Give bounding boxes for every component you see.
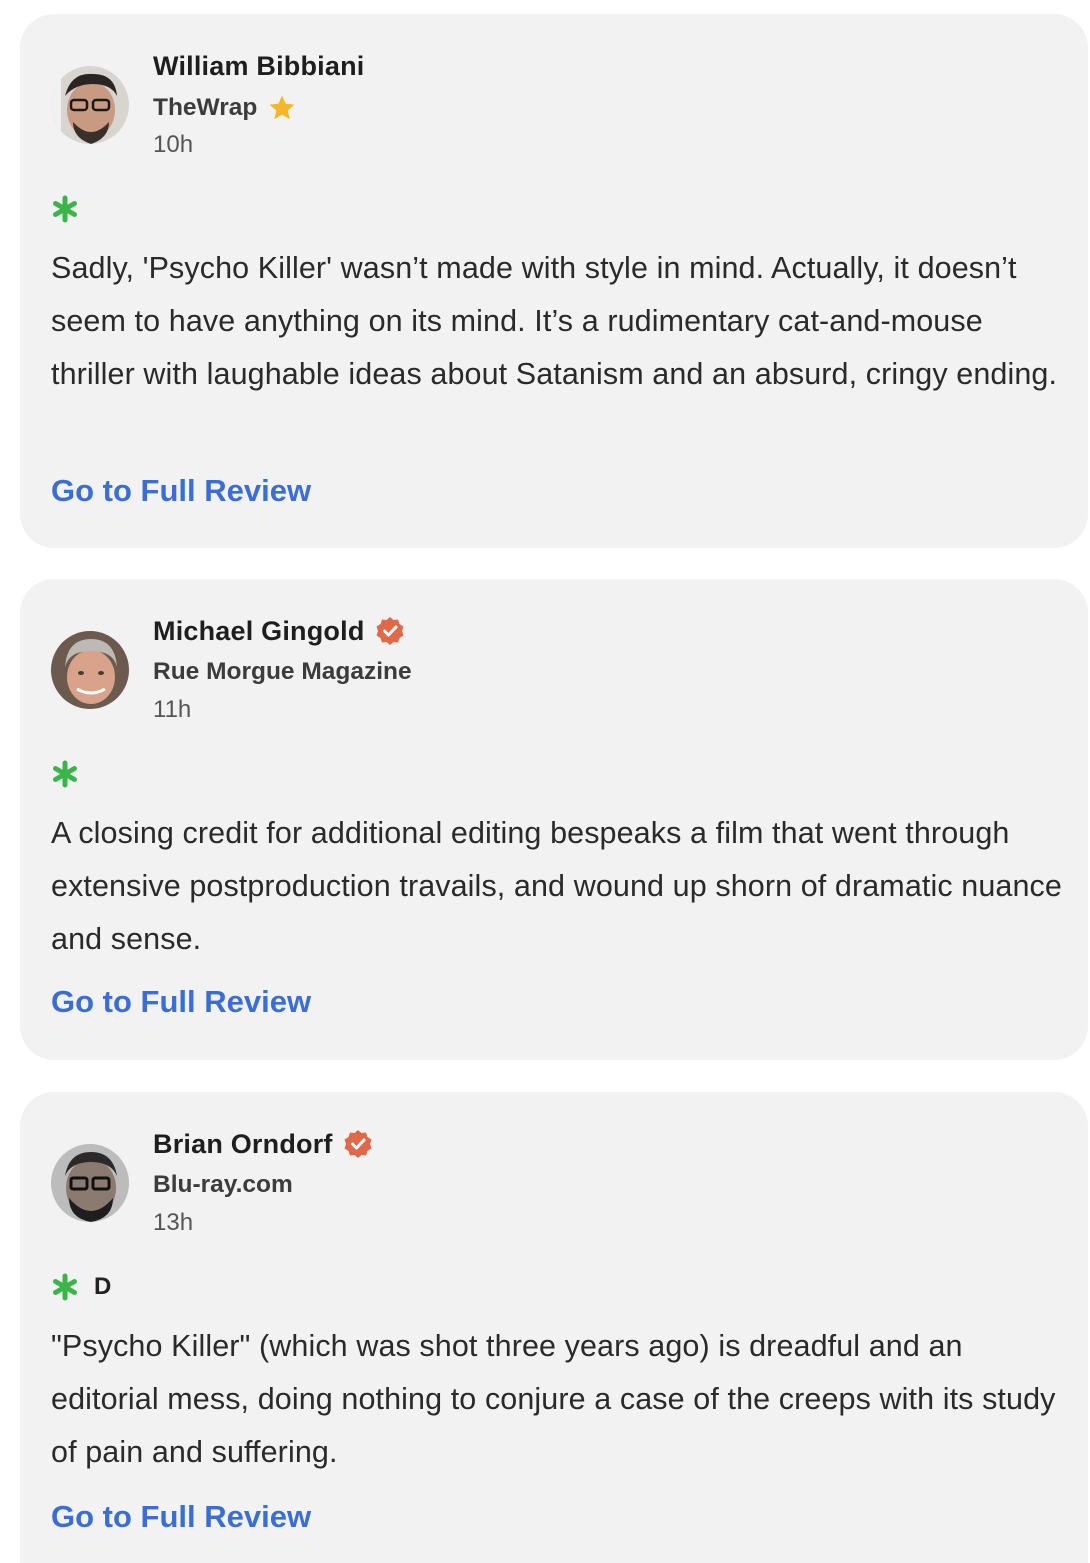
rotten-splat-icon (53, 195, 77, 223)
review-time: 13h (153, 1209, 194, 1236)
review-card: Michael Gingold Rue Morgue Magazine 11h … (20, 579, 1088, 1060)
rating-row: D (50, 1272, 111, 1302)
critic-avatar[interactable] (51, 1144, 129, 1222)
critic-name-text[interactable]: Brian Orndorf (153, 1129, 333, 1159)
review-card: Brian Orndorf Blu-ray.com 13h D "Psycho … (20, 1092, 1088, 1563)
review-quote: A closing credit for additional editing … (51, 816, 1062, 956)
review-grade: D (94, 1273, 112, 1300)
critic-name: Michael Gingold (153, 616, 405, 648)
critic-name[interactable]: William Bibbiani (153, 51, 364, 82)
full-review-link[interactable]: Go to Full Review (51, 473, 311, 509)
critic-avatar[interactable] (51, 66, 129, 144)
review-quote: Sadly, 'Psycho Killer' wasn’t made with … (51, 251, 1058, 391)
verified-check-icon (344, 1129, 372, 1158)
review-card: William Bibbiani TheWrap 10h Sadly, 'Psy… (20, 14, 1088, 548)
full-review-link[interactable]: Go to Full Review (51, 984, 311, 1020)
publication-name[interactable]: TheWrap (153, 94, 257, 122)
full-review-link[interactable]: Go to Full Review (51, 1499, 311, 1535)
publication: Blu-ray.com (153, 1171, 293, 1199)
review-quote: "Psycho Killer" (which was shot three ye… (51, 1329, 1056, 1469)
star-icon (269, 95, 295, 120)
publication: TheWrap (153, 93, 297, 123)
publication-name[interactable]: Blu-ray.com (153, 1171, 293, 1199)
critic-avatar[interactable] (51, 631, 129, 709)
critic-name-text[interactable]: Michael Gingold (153, 616, 365, 646)
rating-row (50, 194, 80, 224)
rotten-splat-icon (53, 760, 77, 788)
review-time: 11h (153, 696, 192, 723)
verified-check-icon (376, 616, 404, 645)
rotten-splat-icon (53, 1273, 77, 1301)
publication: Rue Morgue Magazine (153, 658, 412, 686)
publication-name[interactable]: Rue Morgue Magazine (153, 658, 412, 686)
review-time: 10h (153, 131, 194, 158)
rating-row (50, 759, 80, 789)
critic-name: Brian Orndorf (153, 1129, 373, 1161)
